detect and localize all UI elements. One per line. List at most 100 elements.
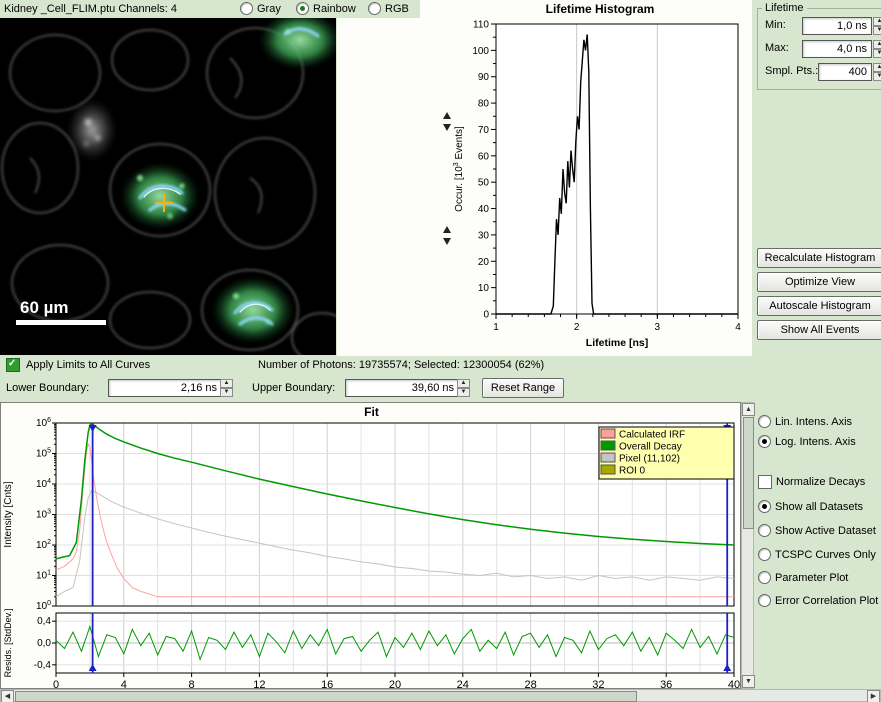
scroll-thumb[interactable] [15, 691, 637, 702]
spin-down-icon[interactable]: ▼ [873, 49, 881, 58]
spin-up-icon[interactable]: ▲ [457, 379, 470, 388]
spin-down-icon[interactable]: ▼ [220, 388, 233, 397]
fit-legend[interactable]: Calculated IRFOverall DecayPixel (11,102… [599, 427, 734, 479]
option-normalize-decays[interactable]: Normalize Decays [758, 475, 865, 489]
checkbox-icon [6, 358, 20, 372]
svg-text:10: 10 [478, 283, 490, 294]
scroll-thumb[interactable] [743, 417, 754, 529]
svg-text:2: 2 [574, 322, 580, 333]
svg-text:110: 110 [473, 20, 489, 31]
upper-boundary-label: Upper Boundary: [252, 382, 335, 394]
svg-text:102: 102 [36, 539, 51, 551]
boundary-bar: Lower Boundary: ▲▼ Upper Boundary: ▲▼ Re… [0, 378, 881, 400]
spin-down-icon[interactable]: ▼ [457, 388, 470, 397]
svg-text:28: 28 [524, 679, 536, 688]
svg-text:0,0: 0,0 [37, 638, 51, 649]
sample-points-spinner[interactable]: ▲▼ [873, 63, 881, 81]
fit-vertical-scrollbar[interactable]: ▲ ▼ [741, 402, 754, 689]
display-mode-rainbow[interactable]: Rainbow [296, 2, 356, 15]
display-mode-label: Gray [257, 3, 281, 15]
option-tcspc-curves-only[interactable]: TCSPC Curves Only [758, 548, 876, 561]
radio-icon [758, 415, 771, 428]
svg-text:100: 100 [36, 600, 51, 612]
svg-text:101: 101 [36, 570, 51, 582]
radio-icon [758, 524, 771, 537]
lifetime-group-title: Lifetime [762, 2, 807, 14]
fit-decay-chart: 1001011021031041051060,40,0-0,4048121620… [1, 403, 740, 688]
display-mode-gray[interactable]: Gray [240, 2, 281, 15]
max-lifetime-input[interactable] [802, 40, 872, 58]
svg-text:0: 0 [483, 310, 489, 321]
spin-up-icon[interactable]: ▲ [873, 17, 881, 26]
upper-boundary-spinner[interactable]: ▲▼ [457, 379, 470, 397]
svg-text:90: 90 [478, 72, 490, 83]
svg-text:12: 12 [253, 679, 265, 688]
microscopy-image[interactable]: 60 µm [0, 18, 336, 355]
svg-text:40: 40 [478, 204, 490, 215]
lifetime-group: Lifetime Min: ▲▼ Max: ▲▼ Smpl. Pts.: ▲▼ [757, 2, 881, 90]
svg-text:16: 16 [321, 679, 333, 688]
lifetime-histogram-chart: 01020304050607080901001101234Occur. [103… [450, 14, 750, 356]
svg-text:8: 8 [189, 679, 195, 688]
svg-text:4: 4 [735, 322, 741, 333]
max-spinner[interactable]: ▲▼ [873, 40, 881, 58]
min-spinner[interactable]: ▲▼ [873, 17, 881, 35]
svg-text:60: 60 [478, 151, 490, 162]
option-show-all-datasets[interactable]: Show all Datasets [758, 500, 863, 513]
fit-y-axis-label: Intensity [Cnts] [3, 481, 14, 547]
radio-icon [758, 500, 771, 513]
upper-boundary-input[interactable] [345, 379, 459, 397]
svg-text:103: 103 [36, 509, 51, 521]
lower-boundary-spinner[interactable]: ▲▼ [220, 379, 233, 397]
option-parameter-plot[interactable]: Parameter Plot [758, 571, 848, 584]
option-log-intens-axis[interactable]: Log. Intens. Axis [758, 435, 856, 448]
max-label: Max: [765, 42, 789, 54]
recalculate-histogram-button[interactable]: Recalculate Histogram [757, 248, 881, 268]
svg-text:-0,4: -0,4 [34, 660, 52, 671]
lower-boundary-input[interactable] [108, 379, 222, 397]
svg-text:Pixel (11,102): Pixel (11,102) [619, 454, 680, 465]
radio-icon [368, 2, 381, 15]
min-lifetime-input[interactable] [802, 17, 872, 35]
sample-points-label: Smpl. Pts.: [765, 65, 818, 77]
svg-text:0,4: 0,4 [37, 616, 51, 627]
scroll-right-icon[interactable]: ▶ [867, 690, 880, 702]
bright-cell [68, 100, 116, 160]
fit-horizontal-scrollbar[interactable]: ◀ ▶ [0, 689, 881, 702]
kidney-cell-flim-image[interactable]: 60 µm [0, 18, 336, 355]
spin-up-icon[interactable]: ▲ [220, 379, 233, 388]
scale-bar [16, 320, 106, 325]
spin-down-icon[interactable]: ▼ [873, 26, 881, 35]
option-show-active-dataset[interactable]: Show Active Dataset [758, 524, 876, 537]
option-lin-intens-axis[interactable]: Lin. Intens. Axis [758, 415, 852, 428]
residuals-y-axis-label: Resids. [StdDev.] [3, 609, 13, 678]
sample-points-input[interactable] [818, 63, 872, 81]
svg-text:70: 70 [478, 125, 490, 136]
display-mode-rgb[interactable]: RGB [368, 2, 409, 15]
scroll-down-icon[interactable]: ▼ [742, 675, 755, 688]
svg-text:80: 80 [478, 99, 490, 110]
show-all-events-button[interactable]: Show All Events [757, 320, 881, 340]
svg-text:36: 36 [660, 679, 672, 688]
radio-icon [296, 2, 309, 15]
lower-boundary-label: Lower Boundary: [6, 382, 89, 394]
apply-limits-toggle[interactable]: Apply Limits to All Curves [6, 358, 150, 372]
optimize-view-button[interactable]: Optimize View [757, 272, 881, 292]
svg-text:Overall Decay: Overall Decay [619, 442, 682, 453]
autoscale-histogram-button[interactable]: Autoscale Histogram [757, 296, 881, 316]
svg-text:20: 20 [389, 679, 401, 688]
hist-x-axis-label: Lifetime [ns] [586, 337, 648, 349]
spin-up-icon[interactable]: ▲ [873, 63, 881, 72]
photon-count-text: Number of Photons: 19735574; Selected: 1… [258, 359, 544, 371]
reset-range-button[interactable]: Reset Range [482, 378, 564, 398]
svg-text:3: 3 [655, 322, 661, 333]
option-error-correlation-plot[interactable]: Error Correlation Plot [758, 594, 878, 607]
svg-text:4: 4 [121, 679, 127, 688]
file-title: Kidney _Cell_FLIM.ptu Channels: 4 [4, 3, 177, 15]
svg-text:50: 50 [478, 178, 490, 189]
scroll-up-icon[interactable]: ▲ [742, 403, 755, 416]
svg-text:0: 0 [53, 679, 59, 688]
spin-down-icon[interactable]: ▼ [873, 72, 881, 81]
spin-up-icon[interactable]: ▲ [873, 40, 881, 49]
scroll-left-icon[interactable]: ◀ [1, 690, 14, 702]
